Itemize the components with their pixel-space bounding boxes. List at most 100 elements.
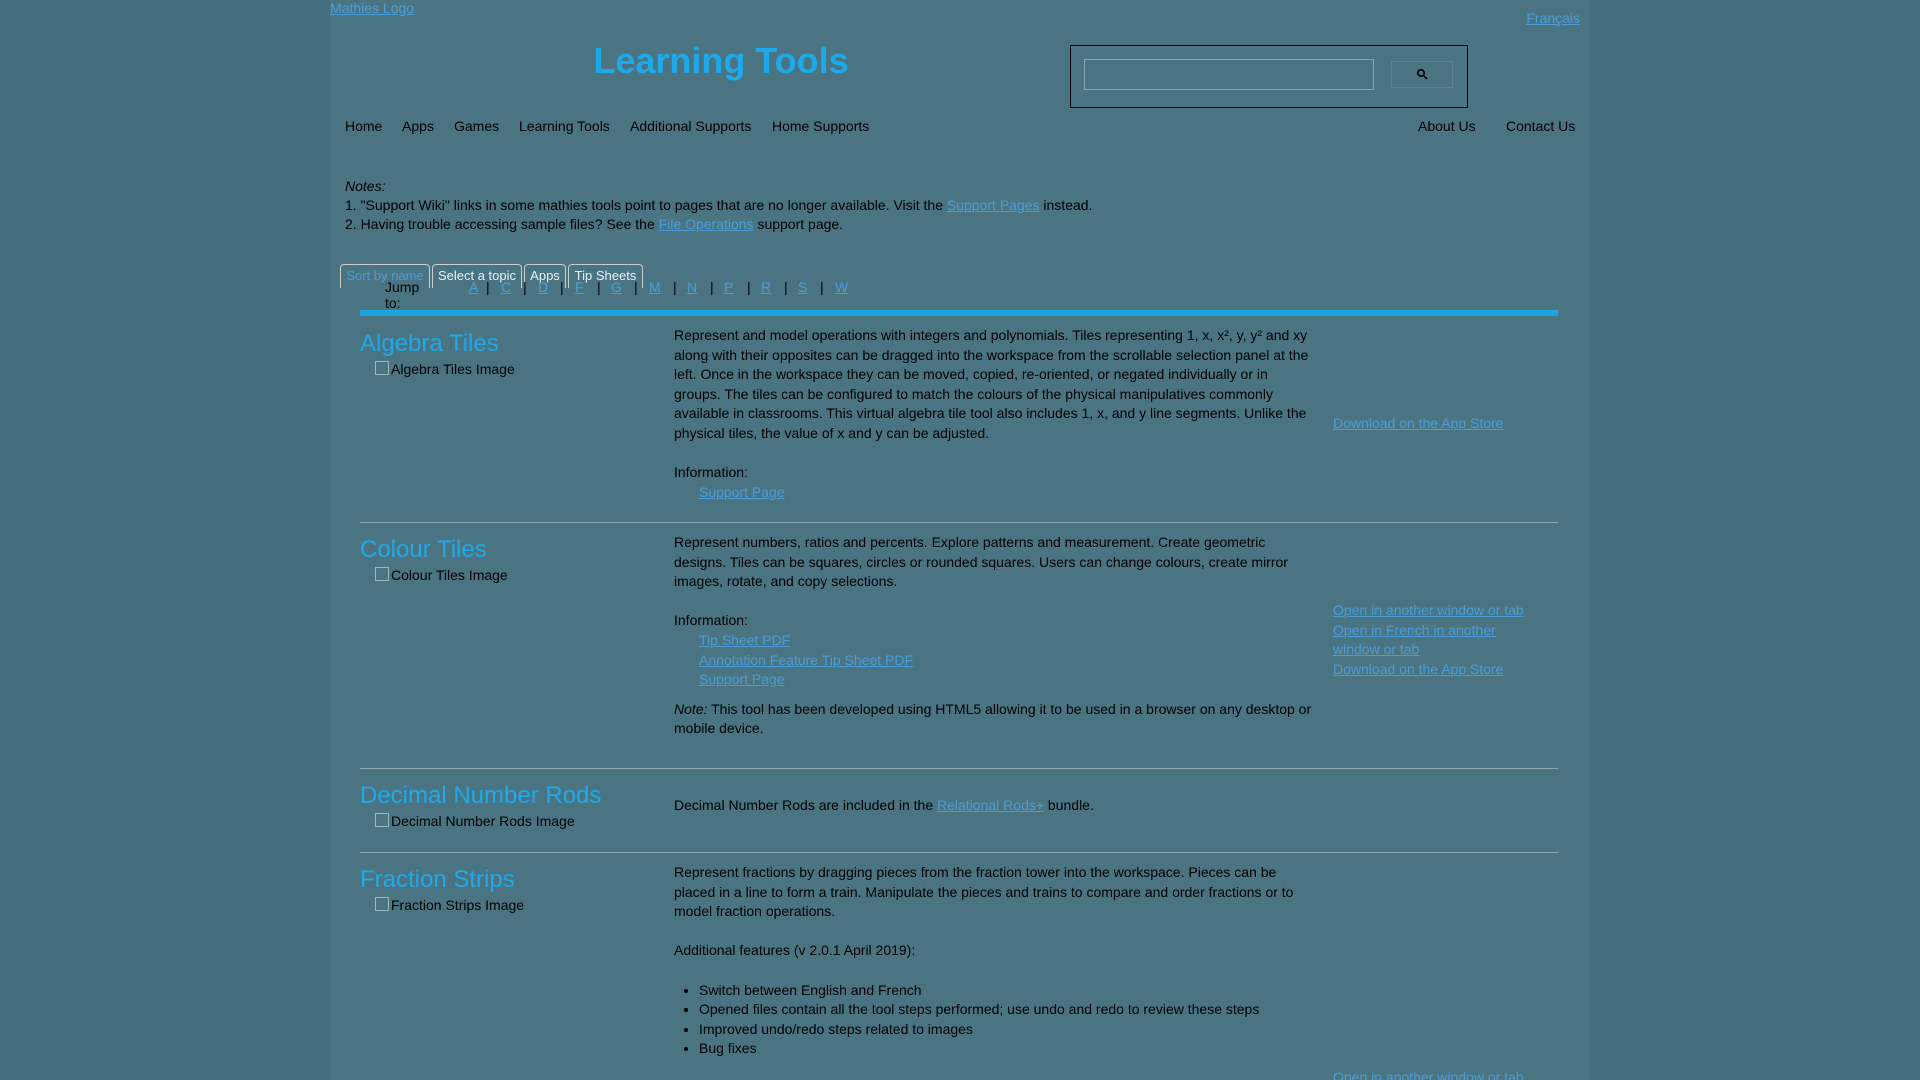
tip-sheet-pdf-link[interactable]: Tip Sheet PDF [699,632,790,648]
nav-home-supports[interactable]: Home Supports [772,118,869,134]
colour-tiles-description: Represent numbers, ratios and percents. … [674,533,1314,739]
notes-title: Notes: [345,178,386,194]
separator: | [820,279,824,295]
colour-tiles-image[interactable]: Colour Tiles Image [375,567,508,583]
jump-m[interactable]: M [649,279,661,295]
description-text: Represent and model operations with inte… [674,327,1309,441]
separator: | [560,279,564,295]
note-paragraph: Note: This tool has been developed using… [674,700,1314,739]
separator: | [673,279,677,295]
nav-games[interactable]: Games [454,118,499,134]
main-nav: Home Apps Games Learning Tools Additiona… [330,118,1590,138]
features-label: Additional features (v 2.0.1 April 2019)… [674,942,916,959]
tool-name-decimal-number-rods[interactable]: Decimal Number Rods [360,782,601,810]
note-line-1: 1. "Support Wiki" links in some mathies … [345,196,1545,215]
jump-s[interactable]: S [798,279,807,295]
relational-rods-link[interactable]: Relational Rods+ [937,797,1044,813]
nav-home[interactable]: Home [345,118,382,134]
information-label: Information: [674,612,748,629]
note-2-text-end: support page. [753,216,844,232]
separator: | [710,279,714,295]
jump-r[interactable]: R [761,279,771,295]
algebra-tiles-description: Represent and model operations with inte… [674,326,1314,502]
divider [360,852,1558,853]
broken-image-icon [375,567,389,581]
divider [360,768,1558,769]
jump-n[interactable]: N [687,279,697,295]
open-new-window-link[interactable]: Open in another window or tab [1333,601,1528,621]
file-operations-link[interactable]: File Operations [659,216,754,232]
feature-item: Improved undo/redo steps related to imag… [699,1020,1314,1040]
divider [360,522,1558,523]
broken-image-icon [375,813,389,827]
search-button[interactable] [1391,61,1453,88]
app-store-link[interactable]: Download on the App Store [1333,660,1528,680]
search-box [1070,45,1468,108]
note-label: Note: [674,700,708,717]
tool-name-colour-tiles[interactable]: Colour Tiles [360,536,487,564]
separator: | [784,279,788,295]
description-text: Decimal Number Rods are included in the [674,797,938,813]
feature-item: Opened files contain all the tool steps … [699,1000,1314,1020]
open-french-link[interactable]: Open in French in another window or tab [1333,621,1528,660]
jump-d[interactable]: D [538,279,548,295]
francais-link[interactable]: Français [1526,10,1580,26]
algebra-tiles-image[interactable]: Algebra Tiles Image [375,361,515,377]
separator: | [597,279,601,295]
note-2-text: 2. Having trouble accessing sample files… [345,216,659,232]
annotation-tip-sheet-link[interactable]: Annotation Feature Tip Sheet PDF [699,652,913,668]
app-store-link[interactable]: Download on the App Store [1333,414,1533,434]
notes: Notes: 1. "Support Wiki" links in some m… [345,177,1545,234]
support-pages-link[interactable]: Support Pages [947,197,1040,213]
feature-item: Switch between English and French [699,981,1314,1001]
fraction-strips-side-links: Open in another window or tab [1333,1068,1528,1080]
search-icon [1416,68,1428,80]
information-label: Information: [674,464,748,481]
support-page-link[interactable]: Support Page [699,671,785,687]
broken-image-icon [375,361,389,375]
colour-tiles-side-links: Open in another window or tab Open in Fr… [1333,601,1528,679]
jump-w[interactable]: W [835,279,848,295]
mathies-logo[interactable]: Mathies Logo [330,0,414,16]
description-text-end: bundle. [1044,797,1094,813]
note-text: This tool has been developed using HTML5… [674,700,1312,737]
nav-learning-tools[interactable]: Learning Tools [519,118,610,134]
note-1-text: 1. "Support Wiki" links in some mathies … [345,197,947,213]
image-alt-text: Fraction Strips Image [391,897,525,913]
note-line-2: 2. Having trouble accessing sample files… [345,215,1545,234]
jump-f[interactable]: F [575,279,584,295]
broken-image-icon [375,897,389,911]
support-page-link[interactable]: Support Page [699,484,785,500]
section-divider-bar [360,310,1558,316]
separator: | [523,279,527,295]
feature-item: Bug fixes [699,1039,1314,1059]
header: Mathies Logo Learning Tools Français [330,0,1590,130]
fraction-strips-description: Represent fractions by dragging pieces f… [674,863,1314,1059]
separator: | [486,279,490,295]
nav-additional-supports[interactable]: Additional Supports [630,118,751,134]
algebra-tiles-side-links: Download on the App Store [1333,414,1533,434]
nav-apps[interactable]: Apps [402,118,434,134]
fraction-strips-image[interactable]: Fraction Strips Image [375,897,524,913]
separator: | [747,279,751,295]
image-alt-text: Decimal Number Rods Image [391,813,575,829]
page-container: Mathies Logo Learning Tools Français Hom… [330,0,1590,1080]
jump-g[interactable]: G [611,279,622,295]
search-input[interactable] [1084,59,1374,90]
separator: | [634,279,638,295]
decimal-rods-description: Decimal Number Rods are included in the … [674,796,1314,816]
jump-c[interactable]: C [501,279,511,295]
description-text: Represent fractions by dragging pieces f… [674,864,1294,920]
jump-p[interactable]: P [724,279,733,295]
nav-contact-us[interactable]: Contact Us [1506,118,1575,134]
nav-about-us[interactable]: About Us [1418,118,1476,134]
decimal-number-rods-image[interactable]: Decimal Number Rods Image [375,813,575,829]
jump-label: Jump to: [385,279,420,311]
page-title: Learning Tools [593,40,849,81]
jump-a[interactable]: A [469,279,478,295]
image-alt-text: Algebra Tiles Image [391,361,515,377]
tool-name-fraction-strips[interactable]: Fraction Strips [360,866,515,894]
open-new-window-link[interactable]: Open in another window or tab [1333,1068,1528,1080]
description-text: Represent numbers, ratios and percents. … [674,534,1288,590]
tool-name-algebra-tiles[interactable]: Algebra Tiles [360,330,499,358]
